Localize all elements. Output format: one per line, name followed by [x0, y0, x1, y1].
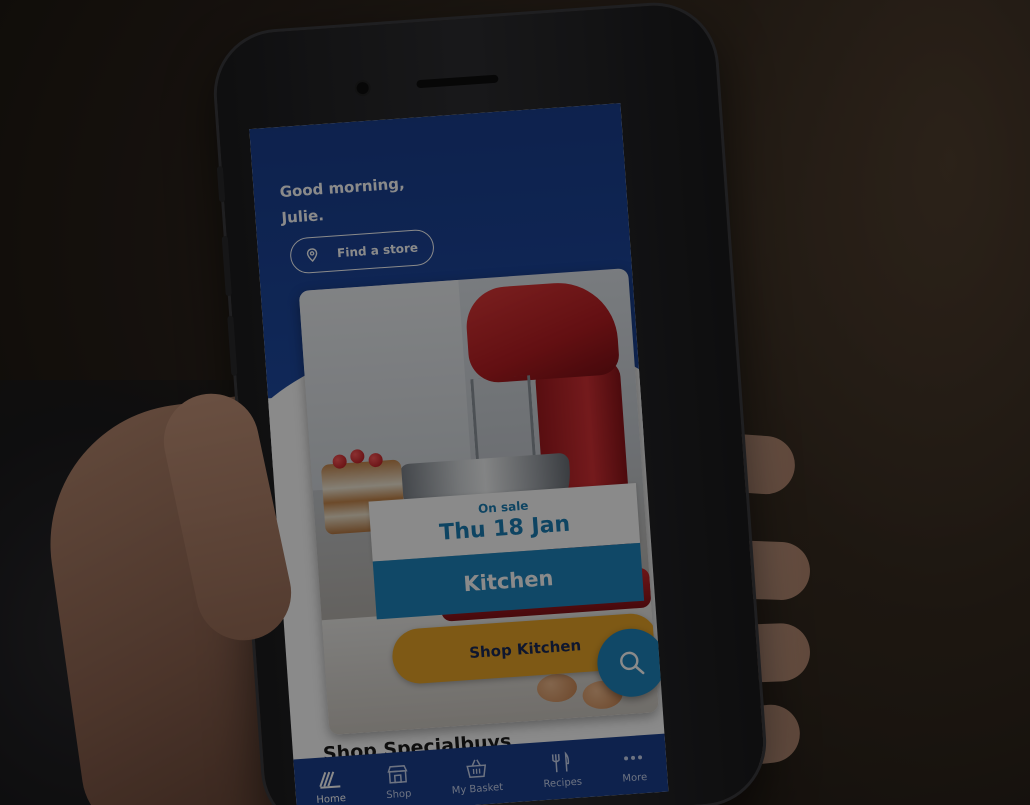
- stand-mixer-head: [463, 279, 621, 385]
- basket-icon: [465, 758, 486, 778]
- greeting-text: Good morning, Julie.: [279, 170, 407, 231]
- tab-home[interactable]: Home: [314, 767, 346, 805]
- tab-recipes[interactable]: Recipes: [541, 750, 582, 790]
- kitchen-wall: [298, 279, 473, 491]
- smartphone: Good morning, Julie. Find a store On sal…: [212, 1, 768, 805]
- tab-basket[interactable]: My Basket: [450, 756, 504, 797]
- tab-home-label: Home: [316, 792, 347, 805]
- find-store-label: Find a store: [336, 240, 419, 261]
- tab-basket-label: My Basket: [451, 781, 504, 797]
- cutlery-icon: [551, 750, 570, 772]
- storefront-icon: [387, 764, 408, 784]
- tab-shop-label: Shop: [385, 787, 412, 801]
- phone-screen: Good morning, Julie. Find a store On sal…: [249, 103, 669, 805]
- more-dots-icon: [624, 754, 643, 760]
- search-icon: [620, 651, 645, 675]
- tab-more[interactable]: More: [620, 745, 648, 785]
- home-logo-icon: [319, 770, 341, 789]
- tab-shop[interactable]: Shop: [384, 762, 412, 801]
- location-pin-icon: [306, 248, 318, 263]
- tab-more-label: More: [622, 771, 648, 785]
- tab-recipes-label: Recipes: [543, 775, 583, 790]
